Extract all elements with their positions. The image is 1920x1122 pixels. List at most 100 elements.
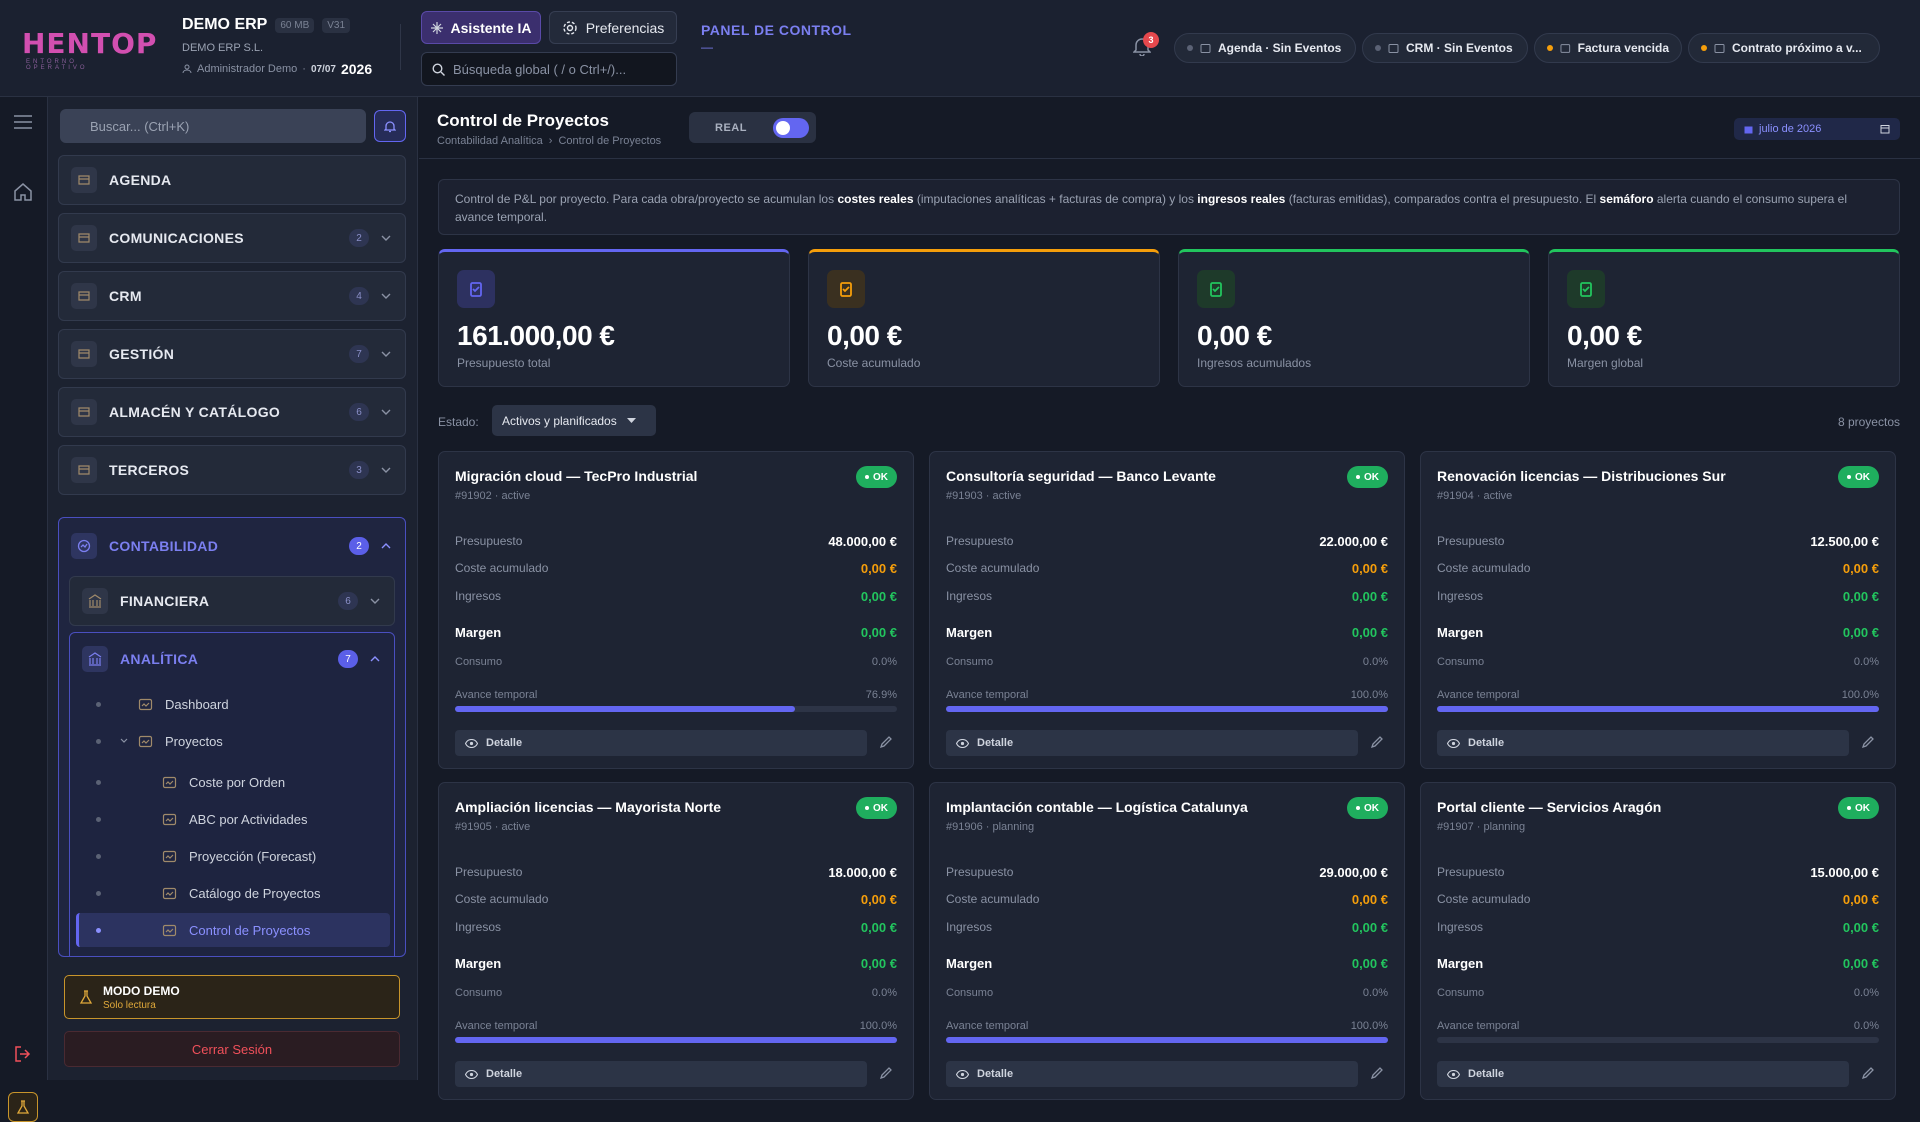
notification-count-badge: 3: [1143, 32, 1159, 48]
module-icon: [71, 399, 97, 425]
real-mode-switch[interactable]: REAL: [689, 112, 816, 143]
sidebar-search-input[interactable]: [90, 118, 350, 134]
sidebar-subitem[interactable]: Catálogo de Proyectos: [162, 878, 321, 908]
subitem-icon: [138, 698, 153, 710]
sidebar-item-module[interactable]: AGENDA: [58, 155, 406, 205]
project-card[interactable]: Implantación contable — Logística Catalu…: [929, 782, 1405, 1100]
panel-title[interactable]: PANEL DE CONTROL: [701, 22, 852, 38]
chevron-up-icon: [370, 656, 380, 662]
page-header: Control de Proyectos Contabilidad Analít…: [419, 97, 1920, 159]
global-search[interactable]: [421, 52, 677, 86]
sidebar-subitem[interactable]: Coste por Orden: [162, 767, 285, 797]
analytics-header[interactable]: ANALÍTICA 7: [70, 633, 394, 685]
calendar-icon: [1880, 125, 1890, 134]
eye-icon: [956, 738, 969, 748]
project-card[interactable]: Renovación licencias — Distribuciones Su…: [1420, 451, 1896, 769]
sidebar-item-module[interactable]: GESTIÓN 7: [58, 329, 406, 379]
sidebar-item-module[interactable]: COMUNICACIONES 2: [58, 213, 406, 263]
logout-button[interactable]: Cerrar Sesión: [64, 1031, 400, 1067]
accounting-header[interactable]: CONTABILIDAD 2: [59, 518, 405, 574]
rail-logout-button[interactable]: [14, 1045, 32, 1063]
pencil-icon[interactable]: [879, 735, 893, 749]
sidebar-search[interactable]: [60, 109, 366, 143]
chevron-down-icon: [381, 293, 391, 299]
global-search-input[interactable]: [453, 61, 663, 77]
status-dot: [1547, 45, 1553, 51]
cost-value: 0,00 €: [860, 561, 897, 576]
sidebar-subitem[interactable]: Proyección (Forecast): [162, 841, 316, 871]
project-card[interactable]: Consultoría seguridad — Banco Levante #9…: [929, 451, 1405, 769]
breadcrumb-separator: ›: [548, 135, 553, 147]
hamburger-icon: [14, 115, 32, 129]
detail-button[interactable]: Detalle: [455, 1061, 867, 1087]
sidebar-notifications-button[interactable]: [374, 110, 406, 142]
pencil-icon[interactable]: [1861, 1066, 1875, 1080]
detail-button[interactable]: Detalle: [946, 1061, 1358, 1087]
status-chip[interactable]: Factura vencida: [1534, 33, 1682, 63]
breadcrumb-item-analytics[interactable]: Contabilidad Analítica: [437, 135, 543, 147]
income-row: Ingresos 0,00 €: [455, 589, 897, 604]
date-value: julio de 2026: [1759, 123, 1822, 135]
date-picker[interactable]: julio de 2026: [1734, 118, 1900, 140]
hentop-logo[interactable]: HENTOP ENTORNO OPERATIVO: [22, 30, 156, 72]
status-chip[interactable]: Contrato próximo a v...: [1688, 33, 1880, 63]
home-button[interactable]: [14, 183, 32, 201]
ai-assistant-button[interactable]: Asistente IA: [421, 11, 541, 44]
sidebar-item-module[interactable]: ALMACÉN Y CATÁLOGO 6: [58, 387, 406, 437]
calendar-icon: [1200, 43, 1211, 53]
semaphore-badge: OK: [856, 797, 897, 819]
margin-value: 0,00 €: [860, 956, 897, 971]
bank-icon: [82, 588, 108, 614]
progress-value: 100.0%: [1841, 689, 1879, 701]
financial-submodule[interactable]: FINANCIERA 6: [69, 576, 395, 626]
pencil-icon[interactable]: [1370, 1066, 1384, 1080]
detail-button[interactable]: Detalle: [1437, 1061, 1849, 1087]
detail-button[interactable]: Detalle: [1437, 730, 1849, 756]
income-row: Ingresos 0,00 €: [946, 920, 1388, 935]
eye-icon: [465, 1069, 478, 1079]
detail-button[interactable]: Detalle: [455, 730, 867, 756]
progress-row: Avance temporal 100.0%: [455, 1020, 897, 1032]
sidebar-item-module[interactable]: TERCEROS 3: [58, 445, 406, 495]
status-dot: [1847, 475, 1851, 479]
sidebar-subitem[interactable]: Proyectos: [138, 726, 223, 756]
module-count: 2: [349, 229, 369, 247]
income-value: 0,00 €: [860, 920, 897, 935]
cost-value: 0,00 €: [1351, 561, 1388, 576]
real-toggle[interactable]: [772, 117, 809, 138]
preferences-button[interactable]: Preferencias: [549, 11, 677, 44]
subitem-icon: [162, 887, 177, 899]
demo-mode-rail-button[interactable]: [8, 1092, 38, 1122]
status-filter-select[interactable]: Activos y planificados: [492, 405, 656, 436]
kpi-value: 161.000,00 €: [457, 320, 615, 351]
pencil-icon[interactable]: [1861, 735, 1875, 749]
kpi-label: Presupuesto total: [457, 356, 551, 370]
budget-value: 18.000,00 €: [828, 865, 897, 880]
project-id-status: #91903 · active: [946, 490, 1022, 502]
status-dot: [1847, 806, 1851, 810]
financial-count: 6: [338, 592, 358, 610]
kpi-value: 0,00 €: [827, 320, 902, 351]
project-card[interactable]: Migración cloud — TecPro Industrial #919…: [438, 451, 914, 769]
hand-coin-icon: [1197, 270, 1235, 308]
budget-row: Presupuesto 48.000,00 €: [455, 534, 897, 549]
detail-button[interactable]: Detalle: [946, 730, 1358, 756]
project-card[interactable]: Ampliación licencias — Mayorista Norte #…: [438, 782, 914, 1100]
sidebar-subitem[interactable]: Dashboard: [138, 689, 229, 719]
sidebar-item-module[interactable]: CRM 4: [58, 271, 406, 321]
budget-row: Presupuesto 22.000,00 €: [946, 534, 1388, 549]
project-title: Ampliación licencias — Mayorista Norte: [455, 799, 722, 815]
sidebar-subitem[interactable]: ABC por Actividades: [162, 804, 308, 834]
module-count: 7: [349, 345, 369, 363]
status-dot: [1375, 45, 1381, 51]
project-id-status: #91905 · active: [455, 821, 531, 833]
status-chip[interactable]: Agenda · Sin Eventos: [1174, 33, 1356, 63]
menu-toggle-button[interactable]: [14, 115, 32, 129]
status-chip[interactable]: CRM · Sin Eventos: [1362, 33, 1528, 63]
project-card[interactable]: Portal cliente — Servicios Aragón #91907…: [1420, 782, 1896, 1100]
sidebar-subitem[interactable]: Control de Proyectos: [162, 915, 310, 945]
pencil-icon[interactable]: [879, 1066, 893, 1080]
progress-bar: [946, 1037, 1388, 1043]
pencil-icon[interactable]: [1370, 735, 1384, 749]
kpi-card: 0,00 € Coste acumulado: [808, 249, 1160, 387]
